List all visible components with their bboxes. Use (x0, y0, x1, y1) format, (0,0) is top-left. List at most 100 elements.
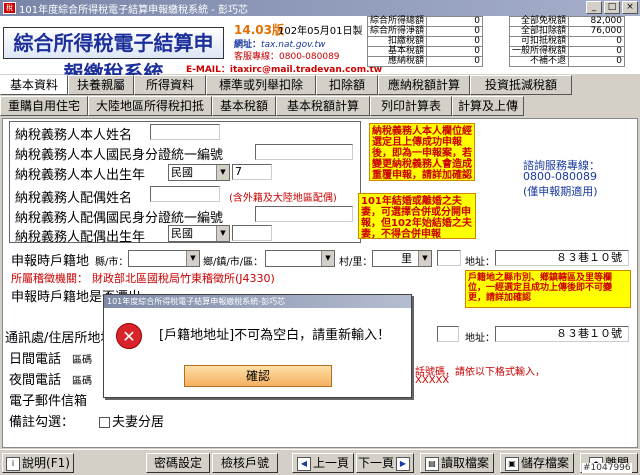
close-button[interactable]: × (622, 1, 638, 14)
password-button[interactable]: 密碼設定 (146, 453, 210, 473)
chevron-down-icon: ▼ (418, 251, 431, 266)
help-button[interactable]: i 說明(F1) (2, 453, 74, 473)
village-select[interactable]: 里 ▼ (372, 250, 432, 267)
basic-info-form: 納稅義務人本人姓名 納稅義務人本人國民身分證統一編號 納稅義務人本人出生年 民國… (2, 118, 638, 448)
night-area-code-label: 區碼 (72, 376, 92, 387)
taxpayer-birth-input[interactable]: 7 (232, 164, 272, 180)
arrow-right-icon: ▶ (396, 456, 410, 471)
spouse-id-label: 納稅義務人配偶國民身分證統一編號 (15, 211, 224, 226)
tab-row-1: 基本資料 扶養親屬 所得資料 標準或列舉扣除 扣除額 應納稅額計算 投資抵減稅額 (0, 75, 640, 95)
prev-page-button[interactable]: ◀ 上一頁 (292, 453, 354, 473)
summary-label: 綜合所得總額 (366, 16, 428, 27)
spouse-name-note: (含外籍及大陸地區配偶) (229, 193, 337, 204)
tab-row2-2[interactable]: 基本稅額 (212, 96, 276, 116)
service-phone: 0800-080089 (523, 170, 597, 183)
summary-label: 可扣抵稅額 (508, 36, 570, 47)
summary-label: 全部扣除額 (508, 26, 570, 37)
tab-row2-0[interactable]: 重購自用住宅 (0, 96, 88, 116)
tab-row2-1[interactable]: 大陸地區所得稅扣抵 (88, 96, 212, 116)
version-label: 14.03版 (234, 23, 284, 37)
summary-label: 不補不退 (508, 56, 570, 67)
tab-4[interactable]: 扣除額 (316, 75, 378, 95)
register-note: 戶籍地之縣市別、鄉鎮轄區及里等欄位，一經選定且成功上傳後即不可變更，請詳加確認 (465, 270, 631, 308)
tab-3[interactable]: 標準或列舉扣除 (206, 75, 316, 95)
separate-checkbox[interactable] (99, 417, 110, 428)
summary-value: 0 (426, 46, 484, 57)
spouse-era-select[interactable]: 民國 ▼ (168, 225, 230, 242)
summary-value: 0 (426, 36, 484, 47)
tab-0[interactable]: 基本資料 (0, 75, 68, 95)
chevron-down-icon: ▼ (216, 226, 229, 241)
phone-format: XXXXX (415, 375, 450, 386)
window-titlebar: 稅 101年度綜合所得稅電子結算申報繳稅系統 - 彭巧芯 _ □ × (0, 0, 640, 16)
tab-2[interactable]: 所得資料 (134, 75, 206, 95)
summary-row: 不補不退 0 (508, 56, 626, 67)
summary-table-right: 全部免稅額 82,000 全部扣除額 76,000 可扣抵稅額 0 一般所得稅額 0 不補不退 0 (508, 16, 626, 67)
register-address-input[interactable]: ８３巷１０號 (495, 250, 629, 266)
tab-5[interactable]: 應納稅額計算 (378, 75, 470, 95)
taxpayer-birth-label: 納稅義務人本人出生年 (15, 168, 146, 183)
agency-value: 財政部北區國稅局竹東稽徵所(J4330) (92, 272, 275, 285)
tab-1[interactable]: 扶養親屬 (68, 75, 134, 95)
mailing-label: 通訊處/住居所地址 (5, 331, 114, 346)
load-file-button[interactable]: ▤ 讀取檔案 (420, 453, 494, 473)
summary-label: 應納稅額 (366, 56, 428, 67)
tab-row2-5[interactable]: 計算及上傳 (452, 96, 524, 116)
dialog-title: 101年度綜合所得稅電子結算申報繳稅系統-彭巧芯 (104, 295, 411, 308)
taxpayer-id-label: 納稅義務人本人國民身分證統一編號 (15, 148, 224, 163)
taxpayer-name-label: 納稅義務人本人姓名 (15, 128, 133, 143)
summary-value: 0 (568, 36, 626, 47)
summary-value: 76,000 (568, 26, 626, 37)
mailing-neighbor-input[interactable] (437, 326, 459, 342)
chevron-down-icon: ▼ (321, 251, 334, 266)
taxpayer-id-input[interactable] (255, 144, 353, 160)
release-date: 102年05月01日製 (278, 26, 363, 37)
spouse-id-input[interactable] (255, 206, 353, 222)
spouse-birth-input[interactable] (232, 225, 272, 241)
taxpayer-name-input[interactable] (150, 124, 220, 140)
info-icon: i (6, 456, 21, 471)
hotline-info: 客服專線：0800-080089 (234, 52, 340, 62)
check-household-button[interactable]: 檢核戶號 (212, 453, 278, 473)
save-file-button[interactable]: ▣ 儲存檔案 (500, 453, 574, 473)
summary-label: 基本稅額 (366, 46, 428, 57)
summary-value: 0 (568, 46, 626, 57)
summary-row: 扣繳稅額 0 (366, 36, 484, 47)
support-email: E-MAIL：itaxirc@mail.tradevan.com.tw (186, 65, 383, 75)
district-label: 鄉/鎮/市/區： (203, 257, 264, 268)
error-dialog: 101年度綜合所得稅電子結算申報繳稅系統-彭巧芯 ✕ [戶籍地地址]不可為空白，… (103, 294, 412, 398)
minimize-button[interactable]: _ (586, 1, 602, 14)
folder-open-icon: ▤ (424, 456, 439, 471)
dialog-message: [戶籍地地址]不可為空白，請重新輸入！ (159, 328, 391, 343)
summary-row: 綜合所得淨額 0 (366, 26, 484, 37)
day-area-code-label: 區碼 (72, 355, 92, 366)
night-phone-label: 夜間電話 (9, 373, 62, 388)
spouse-name-label: 納稅義務人配偶姓名 (15, 191, 133, 206)
app-logo: 綜合所得稅電子結算申報繳稅系統 (3, 27, 224, 85)
agency-label: 所屬稽徵機關： (11, 272, 88, 285)
county-select[interactable]: ▼ (128, 250, 200, 267)
district-select[interactable]: ▼ (265, 250, 335, 267)
summary-label: 扣繳稅額 (366, 36, 428, 47)
chevron-down-icon: ▼ (186, 251, 199, 266)
mailing-address-label: 地址： (465, 333, 495, 344)
app-icon: 稅 (3, 2, 16, 14)
neighbor-input[interactable] (437, 250, 461, 266)
summary-row: 一般所得稅額 0 (508, 46, 626, 57)
taxpayer-era-select[interactable]: 民國 ▼ (168, 164, 230, 181)
summary-row: 基本稅額 0 (366, 46, 484, 57)
tab-row2-3[interactable]: 基本稅額計算 (276, 96, 370, 116)
tab-6[interactable]: 投資抵減稅額 (470, 75, 572, 95)
dialog-ok-button[interactable]: 確認 (184, 365, 332, 387)
separate-label: 夫妻分居 (112, 415, 165, 430)
spouse-name-input[interactable] (150, 186, 220, 202)
county-label: 縣/市： (95, 257, 129, 268)
maximize-button[interactable]: □ (604, 1, 620, 14)
summary-label: 全部免稅額 (508, 16, 570, 27)
tab-row2-4[interactable]: 列印計算表 (370, 96, 452, 116)
separate-checkbox-row[interactable]: 夫妻分居 (99, 411, 164, 430)
mailing-address-input[interactable]: ８３巷１０號 (495, 326, 629, 342)
next-page-button[interactable]: 下一頁 ▶ (356, 453, 414, 473)
service-note: (僅申報期適用) (523, 185, 598, 198)
remark-label: 備註勾選： (9, 415, 75, 430)
